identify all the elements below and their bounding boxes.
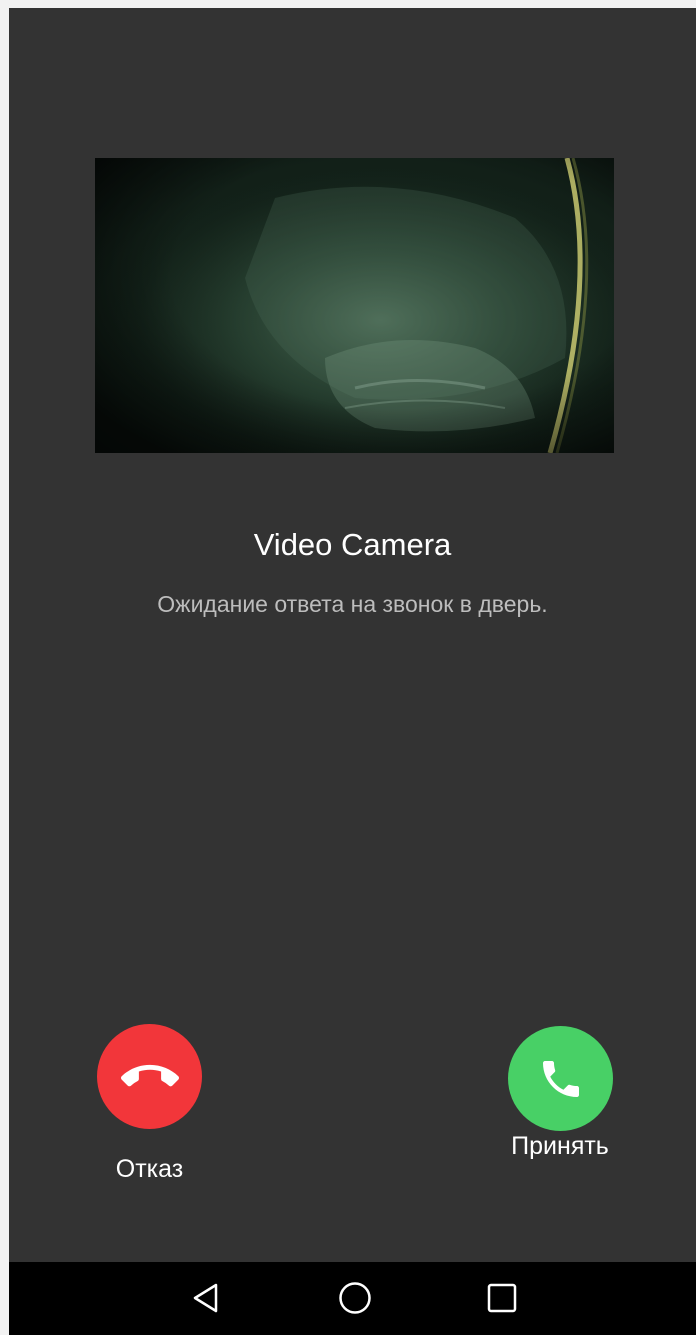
back-triangle-icon [193,1283,218,1313]
camera-feed-image [95,158,614,453]
recent-apps-square-icon [487,1283,517,1313]
home-circle-icon [339,1282,371,1314]
incoming-call-screen: Video Camera Ожидание ответа на звонок в… [9,8,696,1335]
caller-name: Video Camera [253,527,452,562]
accept-button-label-container: Принять [500,1130,620,1196]
decline-button-label: Отказ [115,1155,184,1183]
nav-recent-apps-button[interactable] [480,1276,524,1320]
camera-video-preview [95,158,614,453]
call-status-text: Ожидание ответа на звонок в дверь. [157,591,548,617]
system-navigation-bar [9,1262,696,1335]
nav-home-button[interactable] [333,1276,377,1320]
accept-button-label: Принять [511,1132,609,1160]
nav-back-button[interactable] [184,1276,228,1320]
phone-icon [542,1060,579,1097]
decline-call-button[interactable] [97,1024,202,1129]
hang-up-phone-icon [120,1064,179,1086]
accept-call-button[interactable] [508,1026,613,1131]
